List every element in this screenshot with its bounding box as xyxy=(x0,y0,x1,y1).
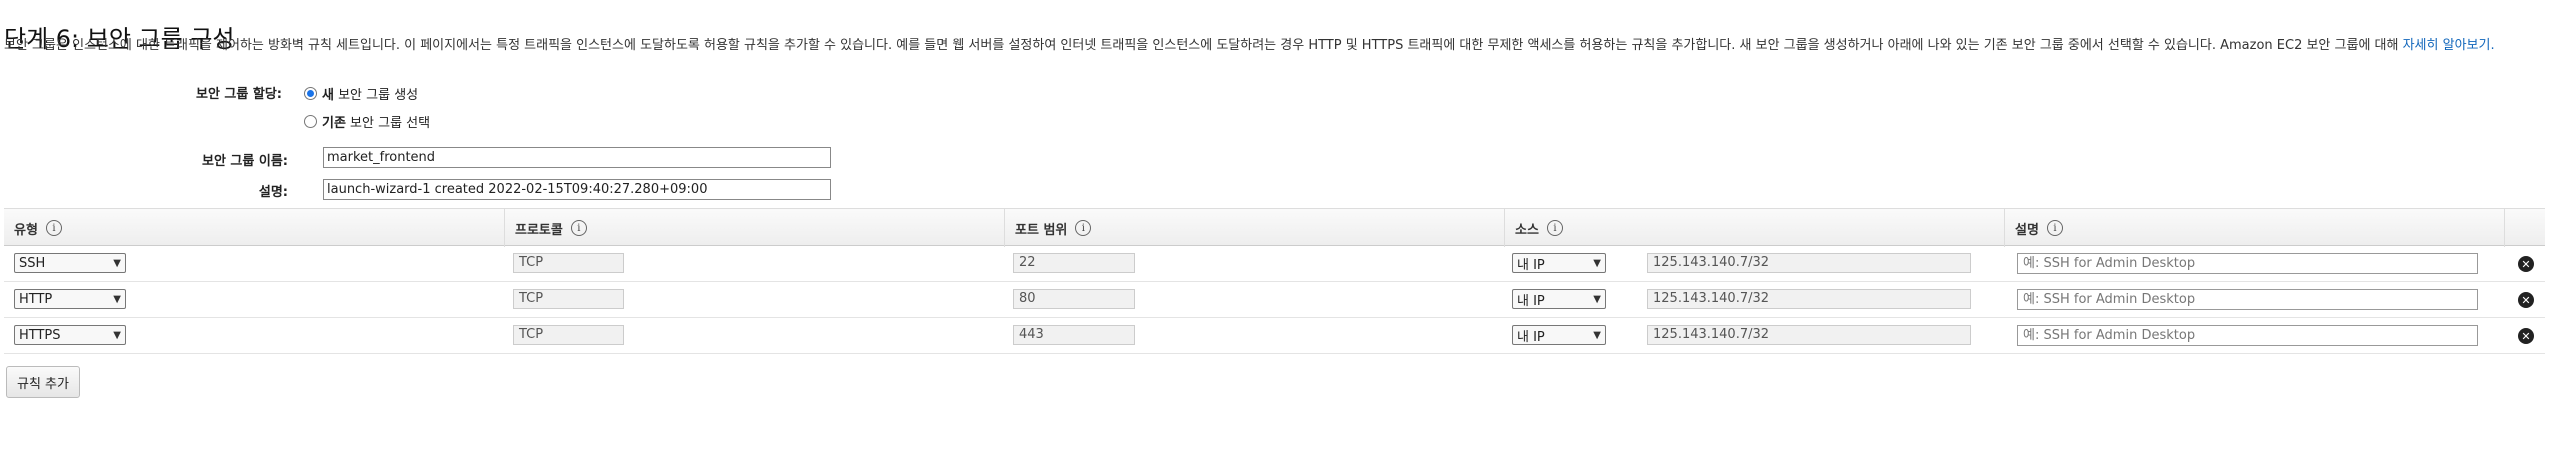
header-source: 소스 i xyxy=(1504,209,2004,247)
group-name-label: 보안 그룹 이름: xyxy=(201,154,288,169)
source-select[interactable]: 내 IP ▼ xyxy=(1512,289,1606,309)
type-select[interactable]: HTTP ▼ xyxy=(14,289,126,309)
group-desc-input[interactable]: launch-wizard-1 created 2022-02-15T09:40… xyxy=(323,179,831,200)
radio-existing-bold: 기존 xyxy=(322,116,346,131)
learn-more-link[interactable]: 자세히 알아보기. xyxy=(2403,38,2495,53)
chevron-down-icon: ▼ xyxy=(1593,329,1601,341)
add-rule-button[interactable]: 규칙 추가 xyxy=(6,366,80,398)
rules-table: 유형 i 프로토콜 i 포트 범위 i 소스 i 설명 i SSH ▼ TCP 2… xyxy=(4,208,2545,354)
source-select-value: 내 IP xyxy=(1517,293,1545,309)
header-port-range: 포트 범위 i xyxy=(1004,209,1504,247)
delete-rule-icon[interactable]: ✕ xyxy=(2518,292,2534,308)
header-source-label: 소스 xyxy=(1515,222,1539,238)
rule-description-input[interactable]: 예: SSH for Admin Desktop xyxy=(2017,289,2478,310)
header-protocol-label: 프로토콜 xyxy=(515,222,563,238)
rule-description-input[interactable]: 예: SSH for Admin Desktop xyxy=(2017,253,2478,274)
protocol-field: TCP xyxy=(513,325,624,345)
header-type: 유형 i xyxy=(4,209,504,247)
port-range-field: 80 xyxy=(1013,289,1135,309)
type-select[interactable]: SSH ▼ xyxy=(14,253,126,273)
protocol-field: TCP xyxy=(513,289,624,309)
header-description-label: 설명 xyxy=(2015,222,2039,238)
chevron-down-icon: ▼ xyxy=(113,293,121,305)
source-cidr-field[interactable]: 125.143.140.7/32 xyxy=(1647,325,1971,345)
port-range-field: 22 xyxy=(1013,253,1135,273)
chevron-down-icon: ▼ xyxy=(1593,257,1601,269)
port-range-field: 443 xyxy=(1013,325,1135,345)
assign-label: 보안 그룹 할당: xyxy=(195,87,282,102)
header-protocol: 프로토콜 i xyxy=(504,209,1004,247)
info-icon[interactable]: i xyxy=(570,220,587,236)
radio-new-button[interactable] xyxy=(304,87,317,100)
radio-existing-button[interactable] xyxy=(304,115,317,128)
chevron-down-icon: ▼ xyxy=(1593,293,1601,305)
header-type-label: 유형 xyxy=(14,222,38,238)
delete-rule-icon[interactable]: ✕ xyxy=(2518,328,2534,344)
info-icon[interactable]: i xyxy=(2046,220,2063,236)
info-icon[interactable]: i xyxy=(1546,220,1563,236)
table-header: 유형 i 프로토콜 i 포트 범위 i 소스 i 설명 i xyxy=(4,208,2545,247)
header-actions xyxy=(2504,209,2545,247)
type-select-value: HTTPS xyxy=(19,327,61,343)
header-description: 설명 i xyxy=(2004,209,2504,247)
radio-existing-group[interactable]: 기존 보안 그룹 선택 xyxy=(304,112,430,131)
source-cidr-field[interactable]: 125.143.140.7/32 xyxy=(1647,253,1971,273)
group-name-input[interactable]: market_frontend xyxy=(323,147,831,168)
source-select-value: 내 IP xyxy=(1517,257,1545,273)
rule-description-input[interactable]: 예: SSH for Admin Desktop xyxy=(2017,325,2478,346)
type-select-value: HTTP xyxy=(19,291,53,307)
source-cidr-field[interactable]: 125.143.140.7/32 xyxy=(1647,289,1971,309)
delete-rule-icon[interactable]: ✕ xyxy=(2518,256,2534,272)
type-select[interactable]: HTTPS ▼ xyxy=(14,325,126,345)
source-select-value: 내 IP xyxy=(1517,329,1545,345)
radio-new-bold: 새 xyxy=(322,88,334,103)
table-row: HTTPS ▼ TCP 443 내 IP ▼ 125.143.140.7/32 예:… xyxy=(4,318,2545,354)
radio-new-label: 보안 그룹 생성 xyxy=(333,88,419,103)
source-select[interactable]: 내 IP ▼ xyxy=(1512,253,1606,273)
chevron-down-icon: ▼ xyxy=(113,329,121,341)
protocol-field: TCP xyxy=(513,253,624,273)
source-select[interactable]: 내 IP ▼ xyxy=(1512,325,1606,345)
header-port-label: 포트 범위 xyxy=(1015,222,1068,238)
radio-new-group[interactable]: 새 보안 그룹 생성 xyxy=(304,84,418,103)
table-row: HTTP ▼ TCP 80 내 IP ▼ 125.143.140.7/32 예: S… xyxy=(4,282,2545,318)
info-icon[interactable]: i xyxy=(45,220,62,236)
page-description: 보안 그룹은 인스턴스에 대한 트래픽을 제어하는 방화벽 규칙 세트입니다. … xyxy=(4,35,2542,57)
table-row: SSH ▼ TCP 22 내 IP ▼ 125.143.140.7/32 예: SS… xyxy=(4,246,2545,282)
group-desc-label: 설명: xyxy=(258,185,288,200)
description-text: 보안 그룹은 인스턴스에 대한 트래픽을 제어하는 방화벽 규칙 세트입니다. … xyxy=(4,38,2403,53)
type-select-value: SSH xyxy=(19,255,46,271)
chevron-down-icon: ▼ xyxy=(113,257,121,269)
radio-existing-label: 보안 그룹 선택 xyxy=(345,116,431,131)
info-icon[interactable]: i xyxy=(1075,220,1092,236)
